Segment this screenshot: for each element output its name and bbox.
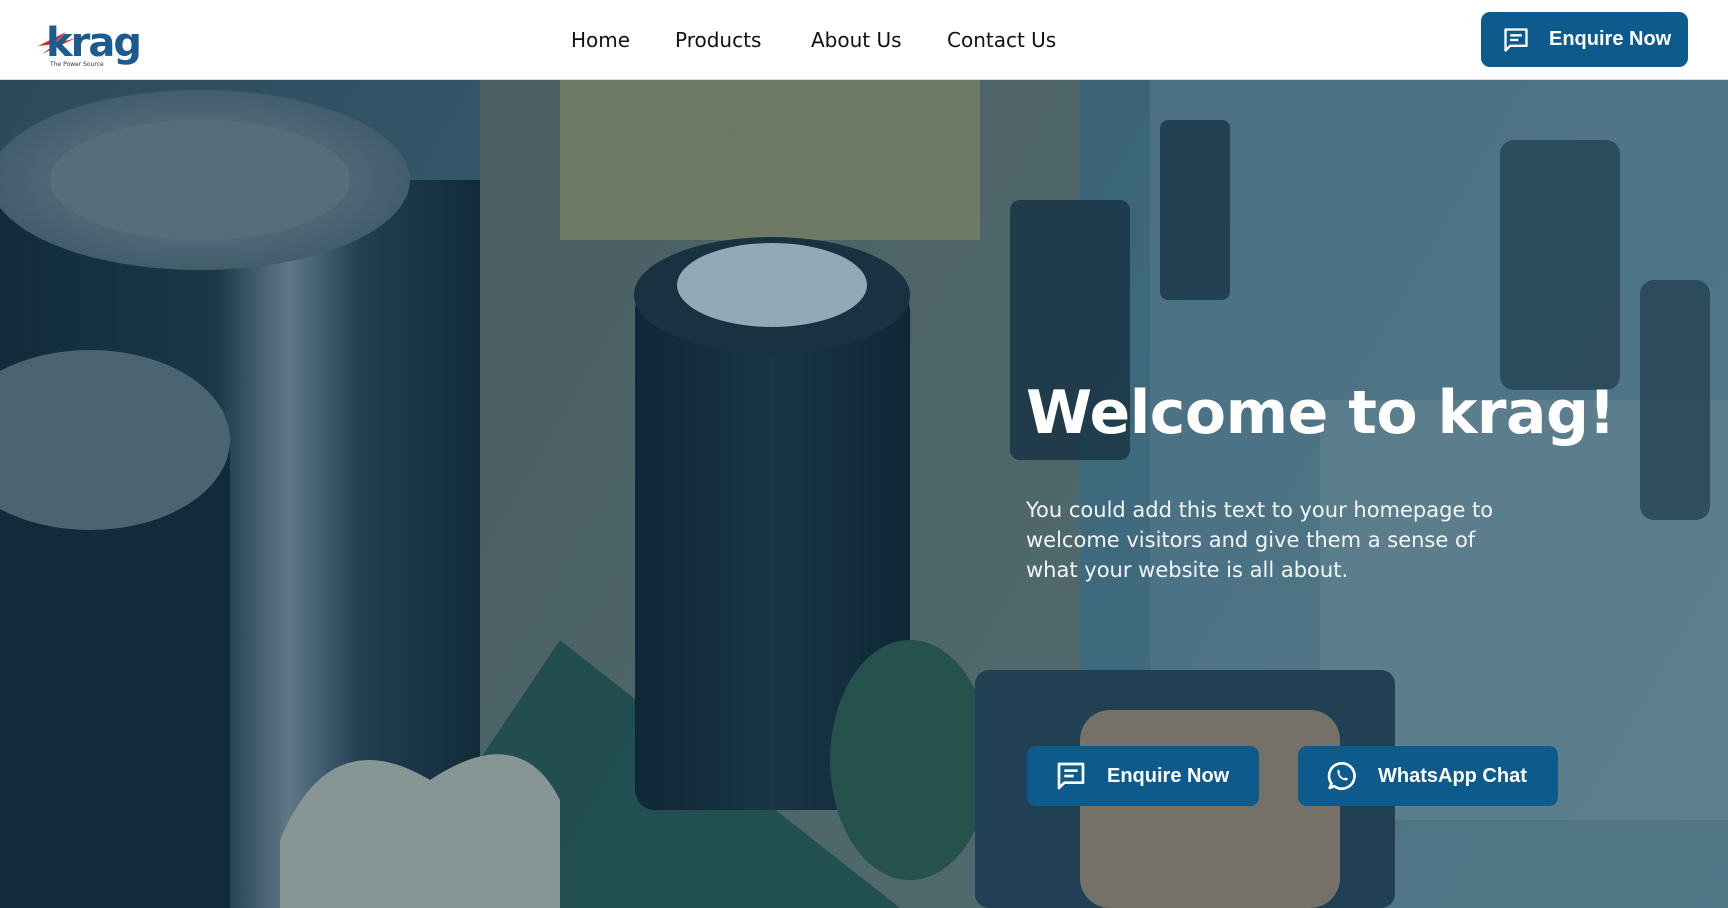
nav-about-us[interactable]: About Us — [811, 28, 902, 52]
hero-enquire-now-label: Enquire Now — [1107, 764, 1230, 787]
chat-icon — [1055, 760, 1087, 792]
hero-whatsapp-chat-label: WhatsApp Chat — [1378, 764, 1527, 787]
hero-section: Welcome to krag! You could add this text… — [0, 80, 1728, 908]
whatsapp-icon — [1326, 760, 1358, 792]
hero-enquire-now-button[interactable]: Enquire Now — [1027, 746, 1259, 806]
hero-title: Welcome to krag! — [1026, 378, 1616, 448]
site-header: krag The Power Source Home Products Abou… — [0, 0, 1728, 80]
hero-description: You could add this text to your homepage… — [1026, 498, 1494, 582]
nav-products[interactable]: Products — [675, 28, 761, 52]
nav-contact-us[interactable]: Contact Us — [947, 28, 1056, 52]
header-enquire-now-label: Enquire Now — [1549, 28, 1672, 50]
header-enquire-now-button[interactable]: Enquire Now — [1481, 12, 1688, 67]
chat-icon — [1501, 25, 1531, 55]
nav-home[interactable]: Home — [571, 28, 630, 52]
hero-whatsapp-chat-button[interactable]: WhatsApp Chat — [1298, 746, 1558, 806]
main-nav: Home Products About Us Contact Us — [0, 0, 1728, 80]
